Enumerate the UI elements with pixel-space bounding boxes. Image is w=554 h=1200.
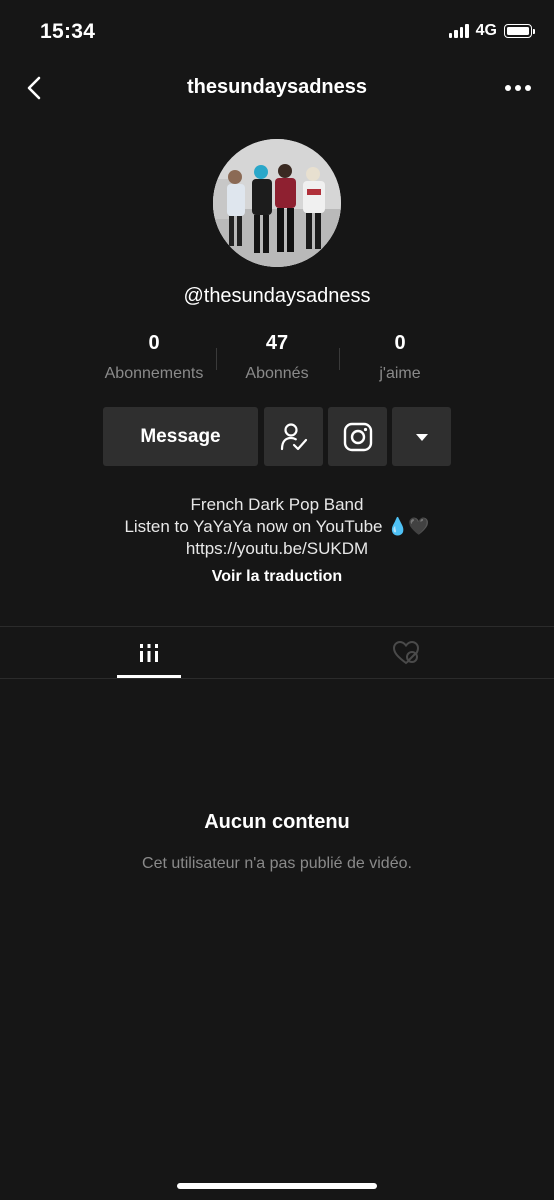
signal-icon <box>448 24 469 38</box>
tab-liked[interactable] <box>267 627 544 678</box>
stat-value: 0 <box>394 332 406 354</box>
ellipsis-icon <box>505 85 511 91</box>
grid-icon <box>139 643 158 662</box>
instagram-icon <box>343 422 372 451</box>
bio-line: French Dark Pop Band <box>190 495 364 514</box>
battery-icon <box>504 24 535 38</box>
tab-videos[interactable] <box>10 627 287 678</box>
status-time: 15:34 <box>40 20 96 43</box>
caret-down-icon <box>415 433 428 441</box>
empty-state-subtitle: Cet utilisateur n'a pas publié de vidéo. <box>142 855 412 872</box>
page-title: thesundaysadness <box>186 76 368 98</box>
network-type: 4G <box>475 22 497 39</box>
message-button[interactable]: Message <box>103 407 258 466</box>
emoji: 💧🖤 <box>387 517 430 536</box>
stat-likes[interactable]: 0 j'aime <box>325 332 475 383</box>
bio-link[interactable]: https://youtu.be/SUKDM <box>0 538 554 560</box>
following-status-button[interactable] <box>264 407 323 466</box>
profile-handle: @thesundaysadness <box>183 285 371 307</box>
translate-link[interactable]: Voir la traduction <box>0 568 554 586</box>
profile-bio: French Dark Pop Band Listen to YaYaYa no… <box>0 494 554 560</box>
avatar[interactable] <box>213 139 341 267</box>
bio-line: Listen to YaYaYa now on YouTube 💧🖤 <box>124 517 430 536</box>
empty-state-title: Aucun contenu <box>204 811 350 833</box>
more-options-button[interactable] <box>500 72 536 104</box>
status-indicators: 4G <box>448 22 535 40</box>
user-check-icon <box>280 422 307 450</box>
hidden-heart-icon <box>392 640 419 664</box>
home-indicator[interactable] <box>177 1183 377 1189</box>
instagram-button[interactable] <box>328 407 387 466</box>
avatar-photo <box>213 139 341 267</box>
stat-label: j'aime <box>379 365 421 382</box>
more-profile-dropdown-button[interactable] <box>392 407 451 466</box>
divider <box>0 678 554 679</box>
